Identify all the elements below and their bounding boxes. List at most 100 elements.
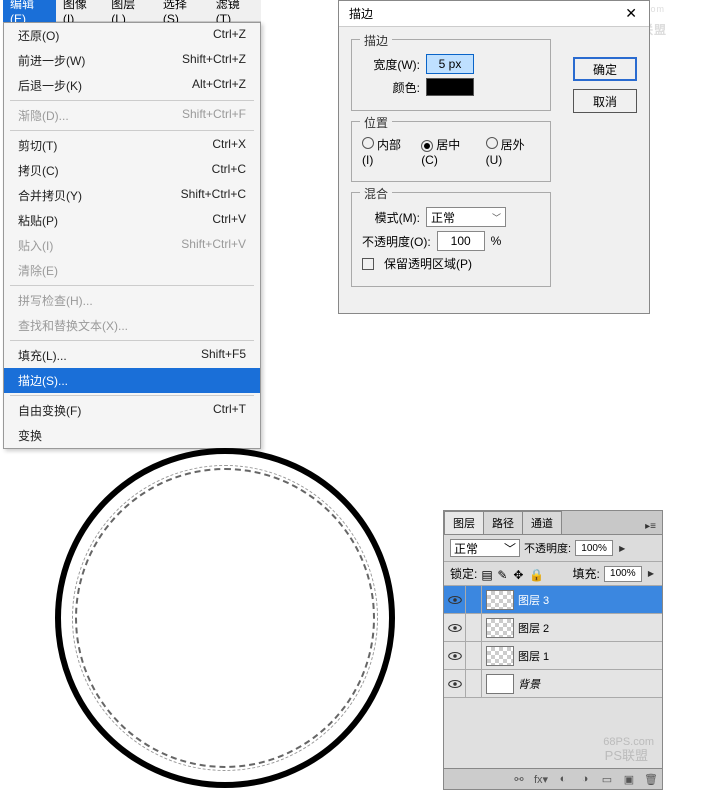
menu-item-label: 前进一步(W) bbox=[18, 52, 85, 69]
menu-item-shortcut: Shift+Ctrl+C bbox=[181, 187, 246, 204]
layer-thumbnail bbox=[486, 618, 514, 638]
cancel-button[interactable]: 取消 bbox=[573, 89, 637, 113]
menu-item-shortcut: Shift+Ctrl+V bbox=[181, 237, 246, 254]
layers-panel: 图层 路径 通道 ▸≡ 正常﹀ 不透明度: 100% ▶ 锁定: ▤ ✎ ✥ 🔒… bbox=[443, 510, 663, 790]
edit-menu-dropdown: 还原(O) Ctrl+Z 前进一步(W)Shift+Ctrl+Z后退一步(K)Alt… bbox=[3, 22, 261, 449]
dialog-title: 描边 bbox=[349, 5, 373, 22]
visibility-icon[interactable] bbox=[444, 670, 466, 697]
position-legend: 位置 bbox=[360, 114, 392, 131]
layer-name: 图层 2 bbox=[518, 620, 549, 636]
radio-center[interactable]: 居中(C) bbox=[421, 136, 475, 167]
menu-item-shortcut: Ctrl+Z bbox=[213, 27, 246, 44]
opacity-input[interactable] bbox=[437, 231, 485, 251]
visibility-icon[interactable] bbox=[444, 586, 466, 613]
chevron-down-icon: ﹀ bbox=[492, 211, 501, 224]
layers-tabs: 图层 路径 通道 ▸≡ bbox=[444, 511, 662, 535]
folder-icon[interactable]: ▭ bbox=[600, 772, 614, 786]
menu-item[interactable]: 前进一步(W)Shift+Ctrl+Z bbox=[4, 48, 260, 73]
lock-brush-icon[interactable]: ✎ bbox=[497, 568, 509, 580]
layer-name: 背景 bbox=[518, 676, 540, 692]
adjustment-icon[interactable]: ◑ bbox=[578, 772, 592, 786]
opacity-value[interactable]: 100% bbox=[575, 540, 613, 556]
menu-item-label: 清除(E) bbox=[18, 262, 58, 279]
ok-button[interactable]: 确定 bbox=[573, 57, 637, 81]
trash-icon[interactable]: 🗑 bbox=[644, 772, 658, 786]
layers-bottom-bar: ⚯ fx▾ ◐ ◑ ▭ ▣ 🗑 bbox=[444, 768, 662, 789]
layer-row[interactable]: 背景 bbox=[444, 670, 662, 698]
dialog-titlebar: 描边 ✕ bbox=[339, 1, 649, 27]
width-input[interactable] bbox=[426, 54, 474, 74]
chevron-down-icon: ﹀ bbox=[504, 540, 516, 557]
link-cell bbox=[466, 586, 482, 613]
menu-item-label: 贴入(I) bbox=[18, 237, 53, 254]
menu-item-label: 合并拷贝(Y) bbox=[18, 187, 82, 204]
menu-item-label: 渐隐(D)... bbox=[18, 107, 69, 124]
visibility-icon[interactable] bbox=[444, 614, 466, 641]
link-cell bbox=[466, 642, 482, 669]
fx-icon[interactable]: fx▾ bbox=[534, 772, 548, 786]
preserve-checkbox[interactable] bbox=[362, 258, 374, 270]
menu-item-shortcut: Shift+F5 bbox=[201, 347, 246, 364]
menu-item-shortcut: Ctrl+C bbox=[212, 162, 246, 179]
layer-name: 图层 3 bbox=[518, 592, 549, 608]
blend-fieldset: 混合 模式(M): 正常﹀ 不透明度(O): % 保留透明区域(P) bbox=[351, 192, 551, 287]
stroke-legend: 描边 bbox=[360, 32, 392, 49]
menu-item[interactable]: 描边(S)... bbox=[4, 368, 260, 393]
visibility-icon[interactable] bbox=[444, 642, 466, 669]
menu-item-shortcut: Shift+Ctrl+F bbox=[182, 107, 246, 124]
new-layer-icon[interactable]: ▣ bbox=[622, 772, 636, 786]
menu-item[interactable]: 剪切(T) Ctrl+X bbox=[4, 133, 260, 158]
tab-layers[interactable]: 图层 bbox=[444, 511, 484, 534]
menu-item: 拼写检查(H)... bbox=[4, 288, 260, 313]
mode-select[interactable]: 正常﹀ bbox=[426, 207, 506, 227]
blend-mode-select[interactable]: 正常﹀ bbox=[450, 539, 520, 557]
lock-label: 锁定: bbox=[450, 565, 477, 582]
watermark-text2: PS联盟 bbox=[605, 745, 648, 764]
menu-item[interactable]: 自由变换(F)Ctrl+T bbox=[4, 398, 260, 423]
menu-item[interactable]: 变换 bbox=[4, 423, 260, 448]
menu-item[interactable]: 拷贝(C) Ctrl+C bbox=[4, 158, 260, 183]
stroke-fieldset: 描边 宽度(W): 颜色: bbox=[351, 39, 551, 111]
menu-item[interactable]: 后退一步(K)Alt+Ctrl+Z bbox=[4, 73, 260, 98]
mask-icon[interactable]: ◐ bbox=[556, 772, 570, 786]
menu-item-label: 后退一步(K) bbox=[18, 77, 82, 94]
menu-item-shortcut: Ctrl+X bbox=[212, 137, 246, 154]
menu-item-label: 剪切(T) bbox=[18, 137, 57, 154]
radio-inside[interactable]: 内部(I) bbox=[362, 136, 411, 167]
lock-transparency-icon[interactable]: ▤ bbox=[481, 568, 493, 580]
radio-outside[interactable]: 居外(U) bbox=[486, 136, 540, 167]
menu-item: 清除(E) bbox=[4, 258, 260, 283]
canvas-preview bbox=[55, 448, 395, 788]
layer-row[interactable]: 图层 3 bbox=[444, 586, 662, 614]
opacity-unit: % bbox=[491, 234, 502, 248]
menu-item[interactable]: 合并拷贝(Y) Shift+Ctrl+C bbox=[4, 183, 260, 208]
menu-item-label: 还原(O) bbox=[18, 27, 59, 44]
lock-all-icon[interactable]: 🔒 bbox=[529, 568, 541, 580]
lock-move-icon[interactable]: ✥ bbox=[513, 568, 525, 580]
tab-channels[interactable]: 通道 bbox=[522, 511, 562, 534]
fill-value[interactable]: 100% bbox=[604, 566, 642, 582]
fill-flyout-icon[interactable]: ▶ bbox=[646, 569, 656, 578]
layer-row[interactable]: 图层 2 bbox=[444, 614, 662, 642]
close-icon[interactable]: ✕ bbox=[619, 5, 643, 22]
layer-row[interactable]: 图层 1 bbox=[444, 642, 662, 670]
color-swatch[interactable] bbox=[426, 78, 474, 96]
link-icon[interactable]: ⚯ bbox=[512, 772, 526, 786]
tab-paths[interactable]: 路径 bbox=[483, 511, 523, 534]
menu-item[interactable]: 还原(O) Ctrl+Z bbox=[4, 23, 260, 48]
menubar: 编辑(E) 图像(I) 图层(L) 选择(S) 滤镜(T) bbox=[3, 0, 261, 22]
width-label: 宽度(W): bbox=[362, 56, 420, 73]
opacity-label: 不透明度: bbox=[524, 540, 571, 556]
menu-item-shortcut: Ctrl+T bbox=[213, 402, 246, 419]
menu-item: 查找和替换文本(X)... bbox=[4, 313, 260, 338]
menu-item-label: 变换 bbox=[18, 427, 42, 444]
position-fieldset: 位置 内部(I) 居中(C) 居外(U) bbox=[351, 121, 551, 182]
menu-item-label: 描边(S)... bbox=[18, 372, 68, 389]
opacity-flyout-icon[interactable]: ▶ bbox=[617, 544, 627, 553]
menu-item-label: 拷贝(C) bbox=[18, 162, 59, 179]
menu-item[interactable]: 粘贴(P)Ctrl+V bbox=[4, 208, 260, 233]
panel-menu-icon[interactable]: ▸≡ bbox=[639, 519, 662, 534]
inner-circle-selection bbox=[75, 468, 375, 768]
menu-item[interactable]: 填充(L)...Shift+F5 bbox=[4, 343, 260, 368]
fill-label: 填充: bbox=[573, 565, 600, 582]
